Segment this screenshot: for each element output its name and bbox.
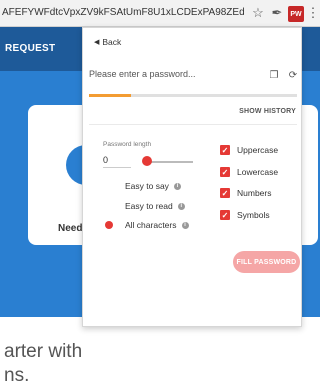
option-uppercase[interactable]: ✓ Uppercase — [220, 145, 278, 155]
radio-button[interactable] — [105, 182, 113, 190]
password-strength-bar — [89, 94, 297, 97]
checkbox-checked[interactable]: ✓ — [220, 167, 230, 177]
password-input[interactable] — [89, 69, 259, 79]
option-label: Lowercase — [237, 167, 279, 177]
option-numbers[interactable]: ✓ Numbers — [220, 188, 271, 198]
info-icon[interactable]: i — [181, 221, 189, 229]
password-extension-icon[interactable]: PW — [288, 6, 304, 22]
option-label: Symbols — [237, 210, 270, 220]
password-length-slider[interactable] — [147, 161, 193, 163]
password-length-label: Password length — [103, 141, 152, 148]
checkbox-checked[interactable]: ✓ — [220, 210, 230, 220]
back-label: Back — [102, 37, 122, 47]
mode-label: Easy to say — [125, 181, 169, 191]
checkbox-checked[interactable]: ✓ — [220, 188, 230, 198]
hero-card-text: Need — [58, 223, 83, 234]
divider — [89, 124, 297, 125]
pen-icon[interactable]: ✒ — [268, 4, 286, 22]
star-icon[interactable]: ☆ — [249, 4, 267, 22]
password-strength-fill — [89, 94, 131, 97]
info-icon[interactable]: i — [177, 202, 185, 210]
refresh-icon[interactable]: ⟳ — [286, 68, 300, 82]
show-history-button[interactable]: SHOW HISTORY — [239, 108, 296, 115]
mode-label: All characters — [125, 220, 177, 230]
mode-easy-to-read[interactable]: Easy to read i — [105, 201, 185, 211]
slider-handle[interactable] — [142, 156, 152, 166]
kebab-menu-icon[interactable]: ⋮ — [304, 4, 320, 22]
option-label: Uppercase — [237, 145, 279, 155]
option-lowercase[interactable]: ✓ Lowercase — [220, 167, 278, 177]
back-button[interactable]: ◀ Back — [94, 37, 121, 47]
mode-all-characters[interactable]: All characters i — [105, 220, 189, 230]
header-text: REQUEST — [5, 43, 56, 54]
page-heading-line1: arter with — [4, 341, 83, 362]
mode-easy-to-say[interactable]: Easy to say i — [105, 181, 181, 191]
copy-icon[interactable]: ❐ — [267, 68, 281, 82]
address-bar[interactable]: AFEFYWFdtcVpxZV9kFSAtUmF8U1xLCDExPA98ZEd… — [2, 7, 244, 18]
option-label: Numbers — [237, 188, 272, 198]
mode-label: Easy to read — [125, 201, 173, 211]
password-length-input[interactable]: 0 — [103, 155, 131, 168]
option-symbols[interactable]: ✓ Symbols — [220, 210, 270, 220]
fill-password-button[interactable]: FILL PASSWORD — [233, 251, 300, 273]
info-icon[interactable]: i — [173, 182, 181, 190]
checkbox-checked[interactable]: ✓ — [220, 145, 230, 155]
browser-toolbar: AFEFYWFdtcVpxZV9kFSAtUmF8U1xLCDExPA98ZEd… — [0, 0, 320, 27]
radio-button-selected[interactable] — [105, 221, 113, 229]
radio-button[interactable] — [105, 202, 113, 210]
back-arrow-icon: ◀ — [94, 39, 100, 46]
password-generator-popup: ◀ Back ❐ ⟳ SHOW HISTORY Password length … — [82, 27, 302, 327]
